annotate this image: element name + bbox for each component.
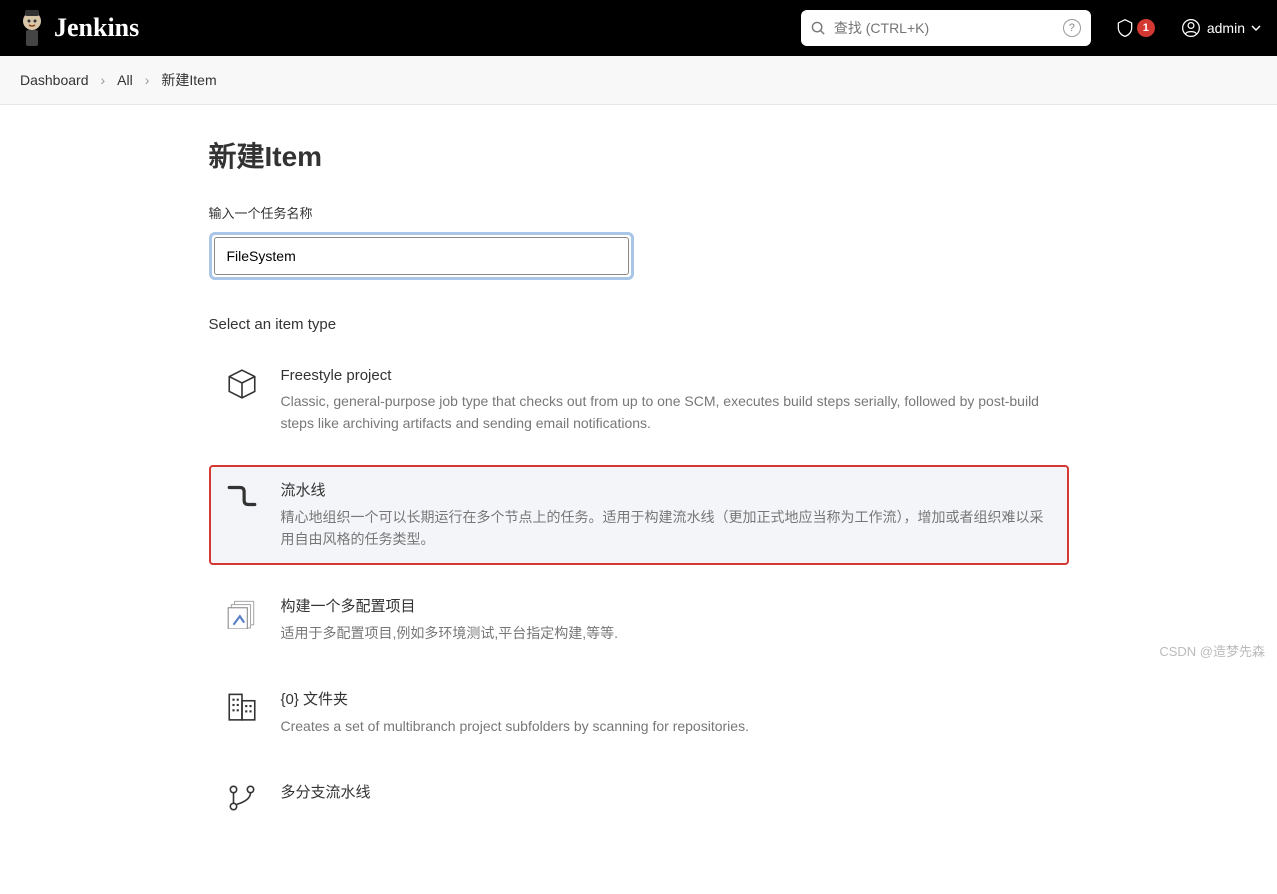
- item-type-pipeline[interactable]: 流水线 精心地组织一个可以长期运行在多个节点上的任务。适用于构建流水线（更加正式…: [209, 465, 1069, 565]
- watermark: CSDN @造梦先森: [1159, 641, 1265, 660]
- section-label: Select an item type: [209, 316, 1069, 333]
- item-title: 构建一个多配置项目: [281, 595, 1053, 616]
- item-title: 多分支流水线: [281, 781, 1053, 802]
- header: Jenkins ? 1 admin: [0, 0, 1277, 56]
- item-type-list: Freestyle project Classic, general-purpo…: [209, 353, 1069, 834]
- item-type-freestyle[interactable]: Freestyle project Classic, general-purpo…: [209, 353, 1069, 449]
- chevron-down-icon: [1251, 23, 1261, 33]
- logo-area[interactable]: Jenkins: [16, 8, 139, 48]
- main: 新建Item 输入一个任务名称 Select an item type Free…: [189, 105, 1089, 894]
- item-desc: 适用于多配置项目,例如多环境测试,平台指定构建,等等.: [281, 622, 1053, 644]
- chevron-right-icon: ›: [101, 72, 106, 88]
- item-desc: 精心地组织一个可以长期运行在多个节点上的任务。适用于构建流水线（更加正式地应当称…: [281, 506, 1053, 551]
- cube-icon: [225, 367, 261, 435]
- item-type-multiconfig[interactable]: 构建一个多配置项目 适用于多配置项目,例如多环境测试,平台指定构建,等等.: [209, 581, 1069, 658]
- breadcrumb-dashboard[interactable]: Dashboard: [20, 72, 89, 88]
- name-label: 输入一个任务名称: [209, 203, 1069, 222]
- chevron-right-icon: ›: [145, 72, 150, 88]
- page-title: 新建Item: [209, 135, 1069, 175]
- item-title: Freestyle project: [281, 367, 1053, 384]
- name-input-wrap: [209, 232, 634, 280]
- breadcrumb: Dashboard › All › 新建Item: [0, 56, 1277, 105]
- item-desc: Creates a set of multibranch project sub…: [281, 715, 1053, 737]
- user-icon: [1181, 18, 1201, 38]
- search-input[interactable]: [834, 20, 1055, 36]
- multiconfig-icon: [225, 595, 261, 644]
- item-type-folder[interactable]: {0} 文件夹 Creates a set of multibranch pro…: [209, 674, 1069, 751]
- brand-text: Jenkins: [54, 13, 139, 43]
- building-icon: [225, 688, 261, 737]
- breadcrumb-all[interactable]: All: [117, 72, 133, 88]
- item-title: 流水线: [281, 479, 1053, 500]
- item-title: {0} 文件夹: [281, 688, 1053, 709]
- alert-badge: 1: [1137, 19, 1155, 37]
- branch-icon: [225, 781, 261, 820]
- user-menu[interactable]: admin: [1181, 18, 1261, 38]
- search-icon: [811, 21, 826, 36]
- help-icon[interactable]: ?: [1063, 19, 1081, 37]
- pipeline-icon: [225, 479, 261, 551]
- breadcrumb-current: 新建Item: [161, 70, 216, 90]
- item-desc: Classic, general-purpose job type that c…: [281, 390, 1053, 435]
- security-alerts[interactable]: 1: [1115, 18, 1155, 38]
- item-name-input[interactable]: [214, 237, 629, 275]
- shield-icon: [1115, 18, 1135, 38]
- search-box[interactable]: ?: [801, 10, 1091, 46]
- item-type-multibranch[interactable]: 多分支流水线: [209, 767, 1069, 834]
- user-name: admin: [1207, 20, 1245, 36]
- jenkins-logo-icon: [16, 8, 48, 48]
